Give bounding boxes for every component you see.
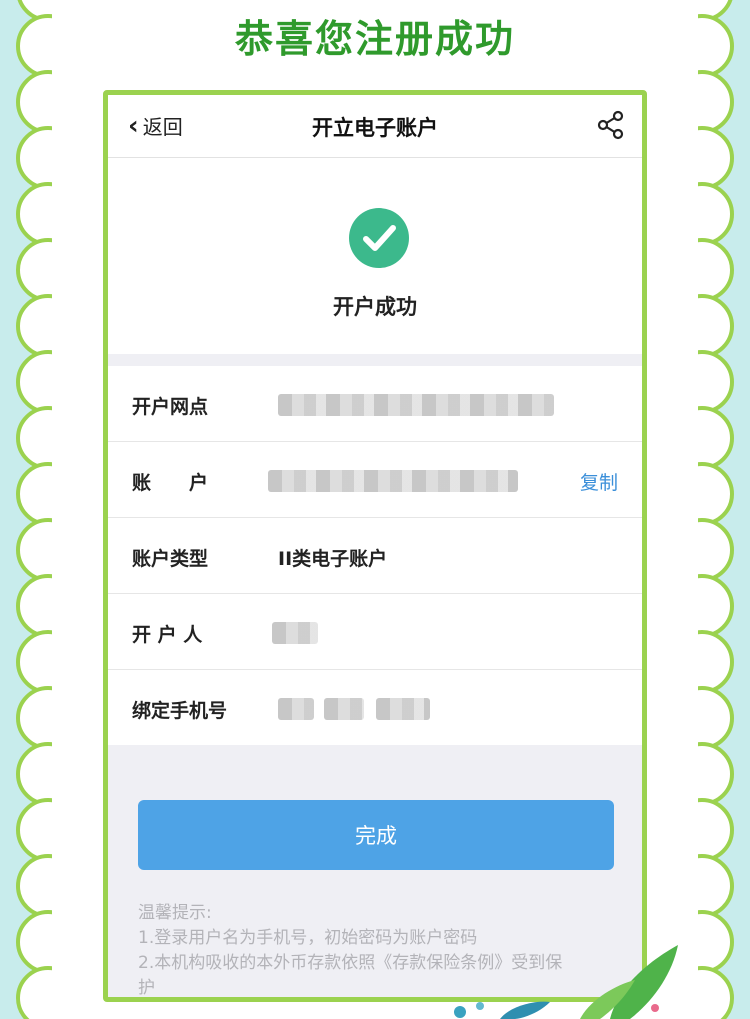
redacted-account-value	[268, 470, 518, 492]
row-label: 绑定手机号	[132, 700, 228, 722]
section-divider	[108, 354, 642, 366]
row-label: 账 户	[132, 472, 209, 494]
redacted-branch-value	[278, 394, 554, 416]
row-label: 开 户 人	[132, 624, 203, 646]
row-holder: 开 户 人	[108, 594, 642, 670]
redacted-phone-part	[324, 698, 364, 720]
row-label: 开户网点	[132, 396, 209, 418]
copy-button[interactable]: 复制	[580, 468, 618, 495]
done-button[interactable]: 完成	[138, 800, 614, 870]
success-message: 开户成功	[333, 295, 417, 319]
account-type-value: II类电子账户	[278, 548, 388, 570]
row-label: 账户类型	[132, 548, 209, 570]
redacted-holder-value	[272, 622, 318, 644]
nav-bar: ‹ 返回 开立电子账户	[108, 95, 642, 158]
page-headline: 恭喜您注册成功	[234, 17, 515, 61]
share-icon[interactable]	[596, 110, 626, 140]
redacted-phone-part	[376, 698, 430, 720]
row-account: 账 户 复制	[108, 442, 642, 518]
row-branch: 开户网点	[108, 366, 642, 442]
tips-title: 温馨提示:	[138, 903, 212, 923]
account-info-list: 开户网点 账 户 复制 账户类型 II类电子账户 开 户 人 绑定手机号	[108, 366, 642, 745]
row-account-type: 账户类型 II类电子账户	[108, 518, 642, 594]
check-circle-icon	[349, 208, 409, 268]
phone-screenshot: ‹ 返回 开立电子账户 开户成功 开户网点 账 户 复制 账户类型 II类电子账…	[103, 90, 647, 1002]
success-section: 开户成功	[108, 158, 642, 354]
row-phone: 绑定手机号	[108, 670, 642, 745]
nav-title: 开立电子账户	[312, 116, 438, 140]
redacted-phone-part	[278, 698, 314, 720]
leaf-decoration	[454, 945, 678, 1019]
